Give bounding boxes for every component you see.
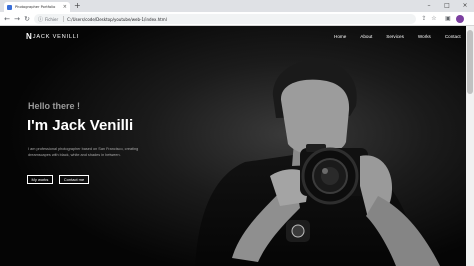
close-window-button[interactable]: × xyxy=(456,0,474,12)
tab-close-icon[interactable]: × xyxy=(63,4,67,10)
browser-tab[interactable]: Photographer Portfolio × xyxy=(4,2,70,12)
browser-toolbar: ← → ↻ ⓘ Fichier C:/Users/code/Desktop/yo… xyxy=(0,12,474,26)
minimize-button[interactable]: – xyxy=(420,0,438,12)
back-icon[interactable]: ← xyxy=(2,14,12,24)
main-nav: Home About Services Works Contact xyxy=(334,34,466,39)
nav-contact[interactable]: Contact xyxy=(445,34,461,39)
site-logo[interactable]: N JACK VENILLI xyxy=(26,33,79,41)
my-works-button[interactable]: My works xyxy=(27,175,53,184)
forward-icon[interactable]: → xyxy=(12,14,22,24)
reload-icon[interactable]: ↻ xyxy=(22,14,32,24)
hero-bio: I am professional photographer based on … xyxy=(28,147,139,158)
nav-services[interactable]: Services xyxy=(386,34,404,39)
nav-works[interactable]: Works xyxy=(418,34,431,39)
portfolio-page: N JACK VENILLI Home About Services Works… xyxy=(0,26,466,266)
new-tab-button[interactable]: + xyxy=(74,1,81,11)
contact-me-button[interactable]: Contact me xyxy=(59,175,89,184)
logo-text: JACK VENILLI xyxy=(32,34,80,40)
hero-headline: I'm Jack Venilli xyxy=(27,117,134,134)
nav-about[interactable]: About xyxy=(360,34,372,39)
page-scrollbar[interactable] xyxy=(466,26,474,266)
hero-greeting: Hello there ! xyxy=(28,101,81,111)
scrollbar-thumb[interactable] xyxy=(467,30,473,94)
maximize-button[interactable]: □ xyxy=(438,0,456,12)
address-separator xyxy=(63,16,65,22)
nav-home[interactable]: Home xyxy=(334,34,346,39)
address-bar[interactable]: ⓘ Fichier C:/Users/code/Desktop/youtube/… xyxy=(34,14,416,24)
favicon-icon xyxy=(7,4,12,10)
browser-tab-strip: Photographer Portfolio × + – □ × xyxy=(0,0,474,12)
tab-title: Photographer Portfolio xyxy=(15,5,56,9)
address-url[interactable]: C:/Users/code/Desktop/youtube/web-1/inde… xyxy=(67,17,167,22)
share-icon[interactable]: ⇪ xyxy=(420,15,428,23)
bookmark-star-icon[interactable]: ☆ xyxy=(430,15,438,23)
address-scheme-label: Fichier xyxy=(45,16,59,22)
profile-avatar[interactable] xyxy=(456,15,464,23)
extensions-icon[interactable]: ▣ xyxy=(444,15,452,23)
logo-mark: N xyxy=(26,32,32,41)
info-icon: ⓘ xyxy=(38,16,44,23)
